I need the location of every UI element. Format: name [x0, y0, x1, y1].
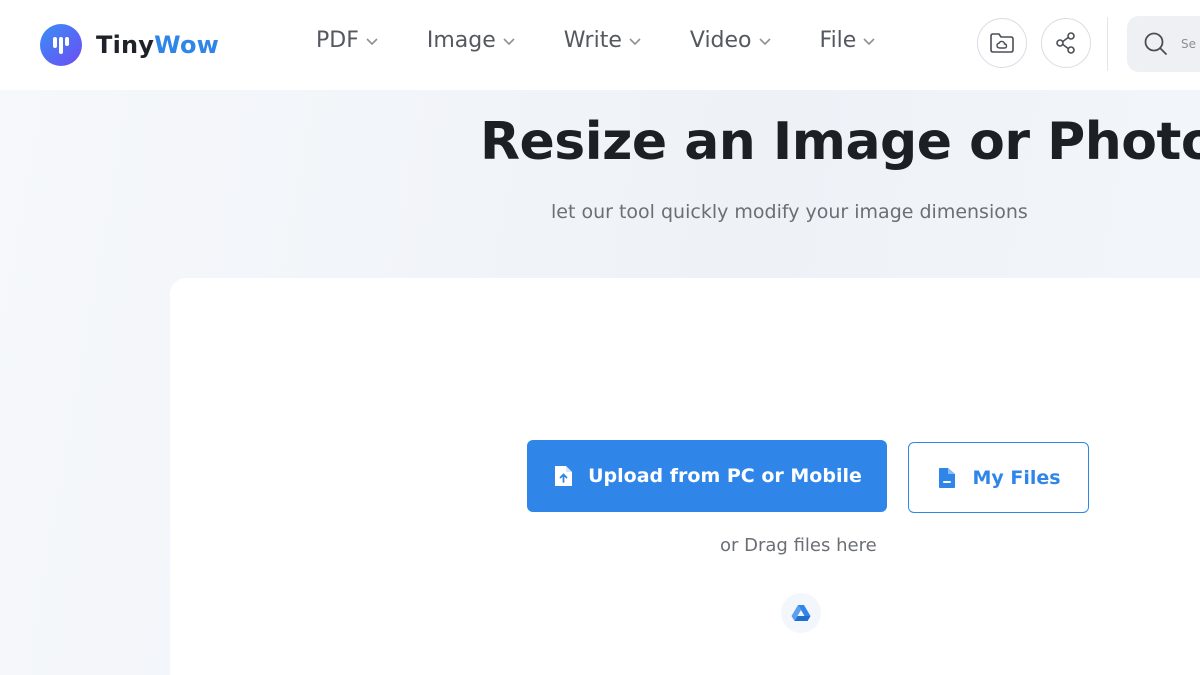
- upload-button[interactable]: Upload from PC or Mobile: [527, 440, 887, 512]
- nav-item-image[interactable]: Image: [427, 28, 516, 53]
- search-input[interactable]: Se: [1127, 16, 1200, 72]
- logo-icon: [40, 24, 82, 66]
- page-title: Resize an Image or Photo: [480, 112, 1200, 172]
- chevron-down-icon: [366, 37, 378, 45]
- chevron-down-icon: [629, 37, 641, 45]
- nav-label: Image: [426, 28, 496, 53]
- nav-item-file[interactable]: File: [820, 28, 877, 53]
- folder-icon: [939, 467, 956, 488]
- header-divider: [1107, 17, 1108, 71]
- folder-cloud-icon: [990, 33, 1014, 53]
- logo-text: TinyWow: [96, 31, 219, 59]
- chevron-down-icon: [863, 37, 875, 45]
- logo[interactable]: TinyWow: [40, 24, 219, 66]
- drag-hint: or Drag files here: [720, 535, 877, 556]
- my-files-header-button[interactable]: [977, 18, 1027, 68]
- nav-label: Write: [563, 28, 622, 53]
- share-icon: [1056, 32, 1075, 54]
- top-header: TinyWow PDF Image Write Video File Se: [0, 0, 1200, 90]
- chevron-down-icon: [503, 37, 515, 45]
- page-subtitle: let our tool quickly modify your image d…: [551, 201, 1028, 223]
- logo-text-part1: Tiny: [96, 31, 155, 59]
- upload-button-label: Upload from PC or Mobile: [588, 465, 862, 487]
- share-button[interactable]: [1041, 18, 1091, 68]
- logo-text-part2: Wow: [154, 31, 220, 59]
- my-files-button[interactable]: My Files: [908, 442, 1089, 513]
- nav-item-pdf[interactable]: PDF: [316, 28, 379, 53]
- nav-item-write[interactable]: Write: [564, 28, 642, 53]
- chevron-down-icon: [758, 37, 771, 45]
- google-drive-icon: [791, 605, 811, 621]
- nav-label: Video: [689, 28, 752, 53]
- nav-label: PDF: [316, 28, 359, 53]
- nav-label: File: [819, 28, 857, 53]
- google-drive-button[interactable]: [781, 593, 821, 633]
- file-upload-icon: [555, 466, 573, 486]
- nav-item-video[interactable]: Video: [690, 28, 772, 53]
- search-placeholder: Se: [1181, 37, 1196, 51]
- search-icon: [1144, 32, 1167, 55]
- my-files-button-label: My Files: [972, 466, 1061, 489]
- main-nav: PDF Image Write Video File: [316, 28, 924, 53]
